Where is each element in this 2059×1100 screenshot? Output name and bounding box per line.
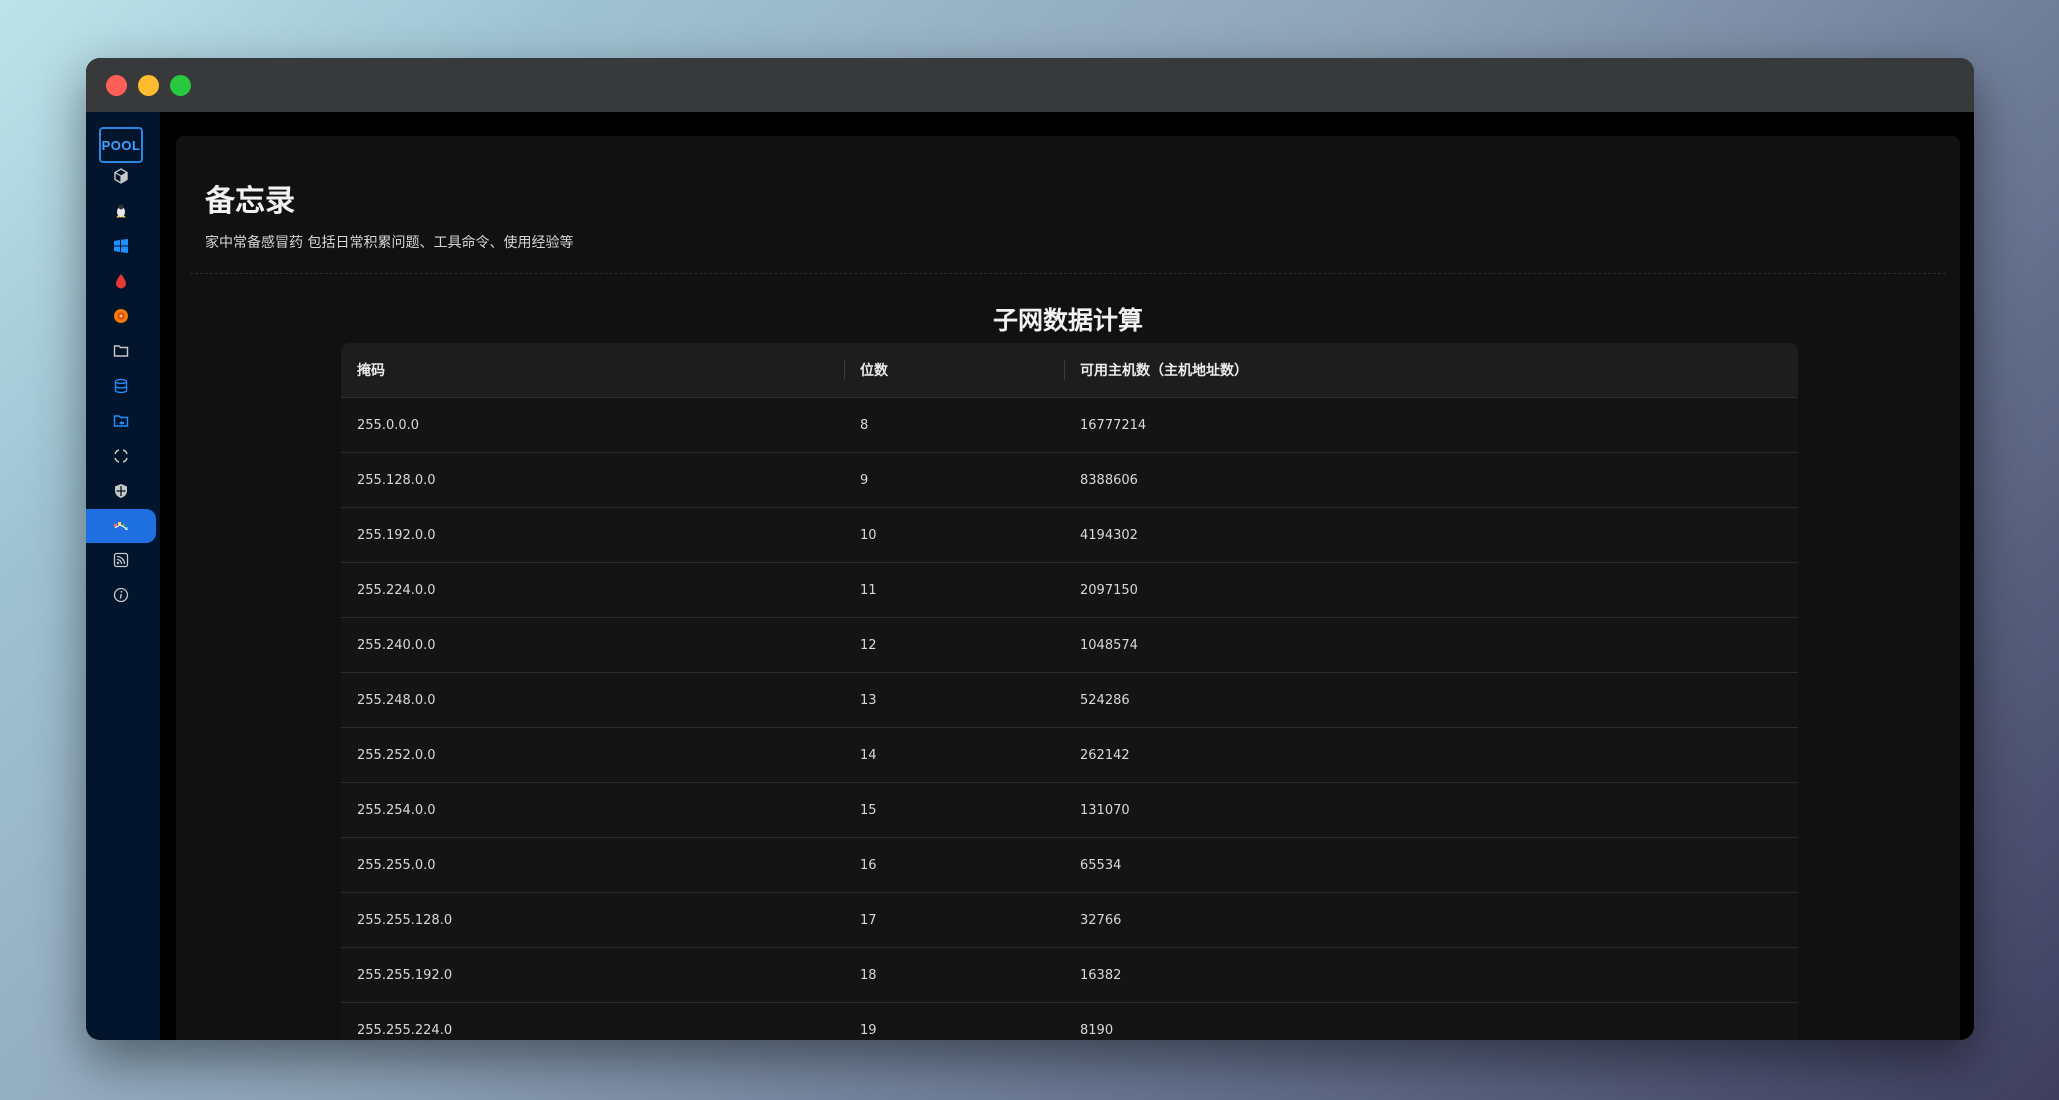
cell-bits: 10	[844, 507, 1064, 563]
cell-hosts: 16382	[1064, 947, 1798, 1003]
sidebar-item-drop[interactable]	[86, 265, 156, 297]
subnet-table: 掩码 位数 可用主机数（主机地址数） 255.0.0.0 8 16777214 25…	[341, 343, 1798, 1040]
sidebar-item-cube[interactable]	[86, 160, 156, 192]
target-icon	[114, 309, 128, 323]
sidebar-item-windows[interactable]	[86, 230, 156, 262]
cell-hosts: 524286	[1064, 672, 1798, 728]
cell-mask: 255.255.128.0	[341, 892, 844, 948]
windows-icon	[114, 239, 128, 253]
cell-bits: 9	[844, 452, 1064, 508]
rss-icon	[113, 552, 129, 568]
database-icon	[114, 378, 128, 394]
cell-hosts: 1048574	[1064, 617, 1798, 673]
info-icon	[113, 587, 129, 603]
cell-mask: 255.248.0.0	[341, 672, 844, 728]
folder-icon	[113, 345, 129, 357]
linux-icon	[116, 204, 126, 218]
folder-share-icon	[113, 415, 129, 427]
sidebar-item-network[interactable]	[86, 509, 156, 543]
sidebar-item-database[interactable]	[86, 370, 156, 402]
cell-bits: 17	[844, 892, 1064, 948]
maximize-window-button[interactable]	[170, 75, 191, 96]
cell-mask: 255.224.0.0	[341, 562, 844, 618]
table-row: 255.255.192.0 18 16382	[341, 947, 1798, 1003]
table-row: 255.255.224.0 19 8190	[341, 1002, 1798, 1040]
section-title: 子网数据计算	[992, 306, 1143, 335]
cell-hosts: 32766	[1064, 892, 1798, 948]
table-row: 255.252.0.0 14 262142	[341, 727, 1798, 783]
cell-mask: 255.255.0.0	[341, 837, 844, 893]
sidebar-item-info[interactable]	[86, 579, 156, 611]
minimize-window-button[interactable]	[138, 75, 159, 96]
cell-hosts: 8388606	[1064, 452, 1798, 508]
table-row: 255.248.0.0 13 524286	[341, 672, 1798, 728]
cell-hosts: 2097150	[1064, 562, 1798, 618]
cell-bits: 12	[844, 617, 1064, 673]
table-row: 255.254.0.0 15 131070	[341, 782, 1798, 838]
cell-mask: 255.0.0.0	[341, 397, 844, 453]
cell-hosts: 65534	[1064, 837, 1798, 893]
cell-bits: 15	[844, 782, 1064, 838]
column-header-hosts[interactable]: 可用主机数（主机地址数）	[1064, 343, 1798, 398]
column-header-mask[interactable]: 掩码	[341, 343, 844, 398]
cell-bits: 11	[844, 562, 1064, 618]
sidebar-item-scan[interactable]	[86, 440, 156, 472]
table-row: 255.192.0.0 10 4194302	[341, 507, 1798, 563]
divider	[190, 273, 1946, 274]
page-title: 备忘录	[205, 184, 295, 219]
network-icon	[114, 522, 128, 531]
subnet-table-container[interactable]: 掩码 位数 可用主机数（主机地址数） 255.0.0.0 8 16777214 25…	[341, 343, 1798, 1040]
close-window-button[interactable]	[106, 75, 127, 96]
cell-bits: 8	[844, 397, 1064, 453]
sidebar-item-folder[interactable]	[86, 335, 156, 367]
cell-hosts: 8190	[1064, 1002, 1798, 1040]
logo[interactable]: POOL	[99, 127, 143, 163]
table-row: 255.0.0.0 8 16777214	[341, 397, 1798, 453]
drop-icon	[116, 274, 126, 289]
table-row: 255.128.0.0 9 8388606	[341, 452, 1798, 508]
cell-hosts: 16777214	[1064, 397, 1798, 453]
cell-mask: 255.128.0.0	[341, 452, 844, 508]
cell-mask: 255.240.0.0	[341, 617, 844, 673]
cell-bits: 14	[844, 727, 1064, 783]
cell-bits: 18	[844, 947, 1064, 1003]
table-row: 255.255.0.0 16 65534	[341, 837, 1798, 893]
cube-icon	[114, 168, 128, 184]
main-content: 备忘录 家中常备感冒药 包括日常积累问题、工具命令、使用经验等 子网数据计算 掩…	[160, 112, 1974, 1040]
shield-icon	[115, 484, 127, 498]
sidebar-item-shield[interactable]	[86, 475, 156, 507]
sidebar: POOL	[86, 112, 160, 1040]
cell-bits: 16	[844, 837, 1064, 893]
table-row: 255.240.0.0 12 1048574	[341, 617, 1798, 673]
title-bar	[86, 58, 1974, 112]
cell-bits: 13	[844, 672, 1064, 728]
sidebar-item-target[interactable]	[86, 300, 156, 332]
page-description: 家中常备感冒药 包括日常积累问题、工具命令、使用经验等	[205, 235, 574, 251]
sidebar-item-folder-share[interactable]	[86, 405, 156, 437]
cell-mask: 255.252.0.0	[341, 727, 844, 783]
cell-mask: 255.192.0.0	[341, 507, 844, 563]
cell-hosts: 4194302	[1064, 507, 1798, 563]
cell-mask: 255.255.224.0	[341, 1002, 844, 1040]
content-card: 备忘录 家中常备感冒药 包括日常积累问题、工具命令、使用经验等 子网数据计算 掩…	[176, 136, 1960, 1040]
table-header-row: 掩码 位数 可用主机数（主机地址数）	[341, 343, 1798, 398]
app-window: POOL 备忘录 家中常备感冒药 包括日常积累问题、工具命令、使用经验等 子网数…	[86, 58, 1974, 1040]
cell-hosts: 131070	[1064, 782, 1798, 838]
cell-hosts: 262142	[1064, 727, 1798, 783]
cell-mask: 255.255.192.0	[341, 947, 844, 1003]
cell-bits: 19	[844, 1002, 1064, 1040]
cell-mask: 255.254.0.0	[341, 782, 844, 838]
table-row: 255.224.0.0 11 2097150	[341, 562, 1798, 618]
sidebar-item-linux[interactable]	[86, 195, 156, 227]
table-row: 255.255.128.0 17 32766	[341, 892, 1798, 948]
column-header-bits[interactable]: 位数	[844, 343, 1064, 398]
scan-icon	[114, 449, 128, 463]
sidebar-item-rss[interactable]	[86, 544, 156, 576]
